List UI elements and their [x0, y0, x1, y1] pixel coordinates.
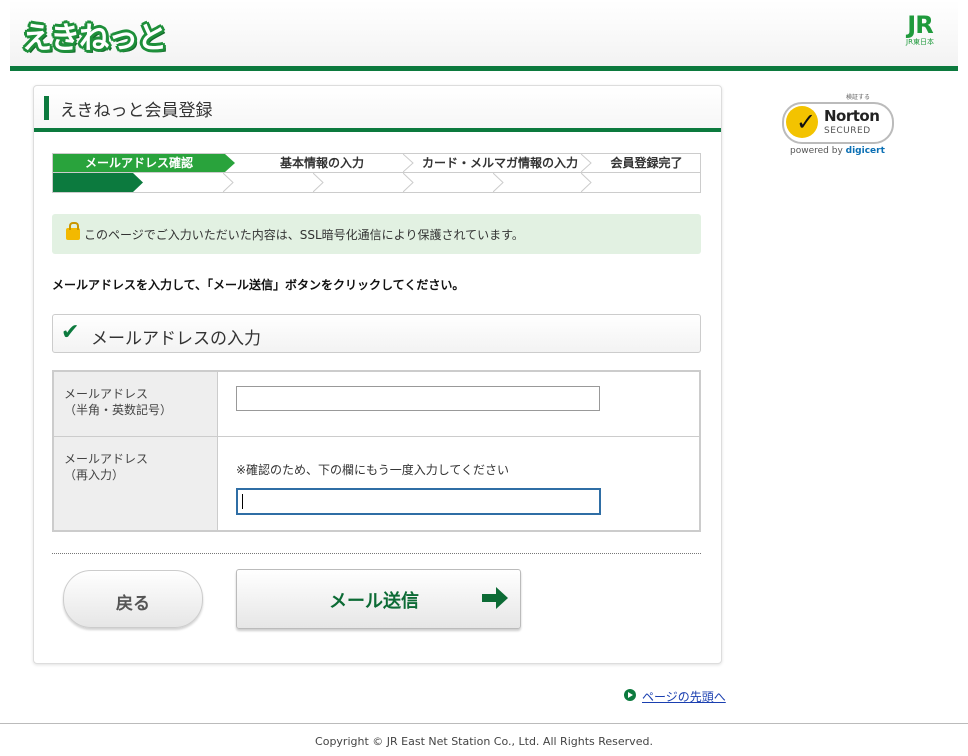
step-separator-icon [581, 154, 592, 172]
step-basic-info: 基本情報の入力 [279, 156, 364, 170]
registration-panel: えきねっと会員登録 メールアドレス確認 基本情報の入力 カード・メルマガ情報の入… [33, 85, 722, 664]
digicert-text: digicert [845, 146, 885, 156]
norton-secured-text: SECURED [824, 126, 871, 136]
jr-east-logo[interactable]: JR JR東日本 [896, 12, 944, 52]
back-button-label: 戻る [116, 594, 150, 614]
email-label: メールアドレス （半角・英数記号） [64, 387, 173, 417]
back-button[interactable]: 戻る [63, 570, 203, 628]
panel-header: えきねっと会員登録 [34, 86, 721, 132]
confirm-email-input[interactable] [236, 488, 601, 515]
confirm-email-label: メールアドレス （再入力） [64, 452, 149, 482]
send-mail-label: メール送信 [329, 591, 419, 612]
step-arrow-icon [225, 154, 235, 172]
step-progress-fill [53, 173, 133, 192]
norton-powered-by: powered by digicert [790, 146, 885, 156]
norton-seal: ✓ Norton SECURED [782, 102, 894, 144]
title-accent-bar [44, 96, 49, 120]
email-form-table: メールアドレス （半角・英数記号） メールアドレス （再入力） ※確認のため、下… [52, 370, 701, 532]
progress-separator-icon [223, 173, 234, 192]
progress-separator-icon [313, 173, 324, 192]
progress-separator-icon [403, 173, 414, 192]
section-title: メールアドレスの入力 [91, 329, 261, 349]
text-caret [242, 494, 243, 509]
play-circle-icon [624, 689, 636, 701]
step-progress-row [52, 173, 701, 193]
footer-divider [0, 723, 968, 724]
table-row: メールアドレス （半角・英数記号） [54, 372, 699, 437]
email-label-cell: メールアドレス （半角・英数記号） [54, 372, 218, 436]
table-row: メールアドレス （再入力） ※確認のため、下の欄にもう一度入力してください [54, 437, 699, 530]
step-card-mailmag: カード・メルマガ情報の入力 [421, 156, 578, 170]
step-separator-icon [403, 154, 414, 172]
arrow-right-icon [482, 587, 508, 609]
progress-separator-icon [581, 173, 592, 192]
confirm-hint: ※確認のため、下の欄にもう一度入力してください [236, 463, 509, 477]
section-heading: ✔ メールアドレスの入力 [52, 314, 701, 353]
ssl-notice: このページでご入力いただいた内容は、SSL暗号化通信により保護されています。 [52, 214, 701, 254]
instruction-text: メールアドレスを入力して、「メール送信」ボタンをクリックしてください。 [52, 278, 465, 292]
step-labels-row: メールアドレス確認 基本情報の入力 カード・メルマガ情報の入力 会員登録完了 [52, 153, 701, 173]
jr-east-text: JR東日本 [906, 38, 934, 46]
check-icon: ✔ [61, 320, 80, 345]
page-title: えきねっと会員登録 [60, 101, 213, 121]
send-mail-button[interactable]: メール送信 [236, 569, 521, 629]
lock-icon [66, 222, 80, 240]
registration-steps: メールアドレス確認 基本情報の入力 カード・メルマガ情報の入力 会員登録完了 [52, 153, 701, 193]
norton-verify-text: 検証する [846, 94, 871, 101]
norton-check-icon: ✓ [786, 106, 818, 138]
ssl-notice-text: このページでご入力いただいた内容は、SSL暗号化通信により保護されています。 [84, 228, 524, 242]
norton-secured-badge[interactable]: 検証する ✓ Norton SECURED powered by digicer… [780, 92, 894, 162]
header-divider [10, 66, 958, 71]
norton-name: Norton [824, 107, 880, 125]
dotted-divider [52, 553, 701, 554]
step-email-confirm: メールアドレス確認 [53, 154, 225, 172]
ekinet-logo[interactable]: えきねっと [22, 13, 167, 57]
copyright: Copyright © JR East Net Station Co., Ltd… [315, 735, 653, 748]
page-top-link[interactable]: ページの先頭へ [642, 688, 726, 705]
jr-mark: JR [907, 11, 933, 39]
progress-arrow-icon [133, 173, 143, 192]
progress-separator-icon [493, 173, 504, 192]
email-input[interactable] [236, 386, 600, 411]
confirm-label-cell: メールアドレス （再入力） [54, 437, 218, 530]
step-complete: 会員登録完了 [610, 156, 683, 170]
